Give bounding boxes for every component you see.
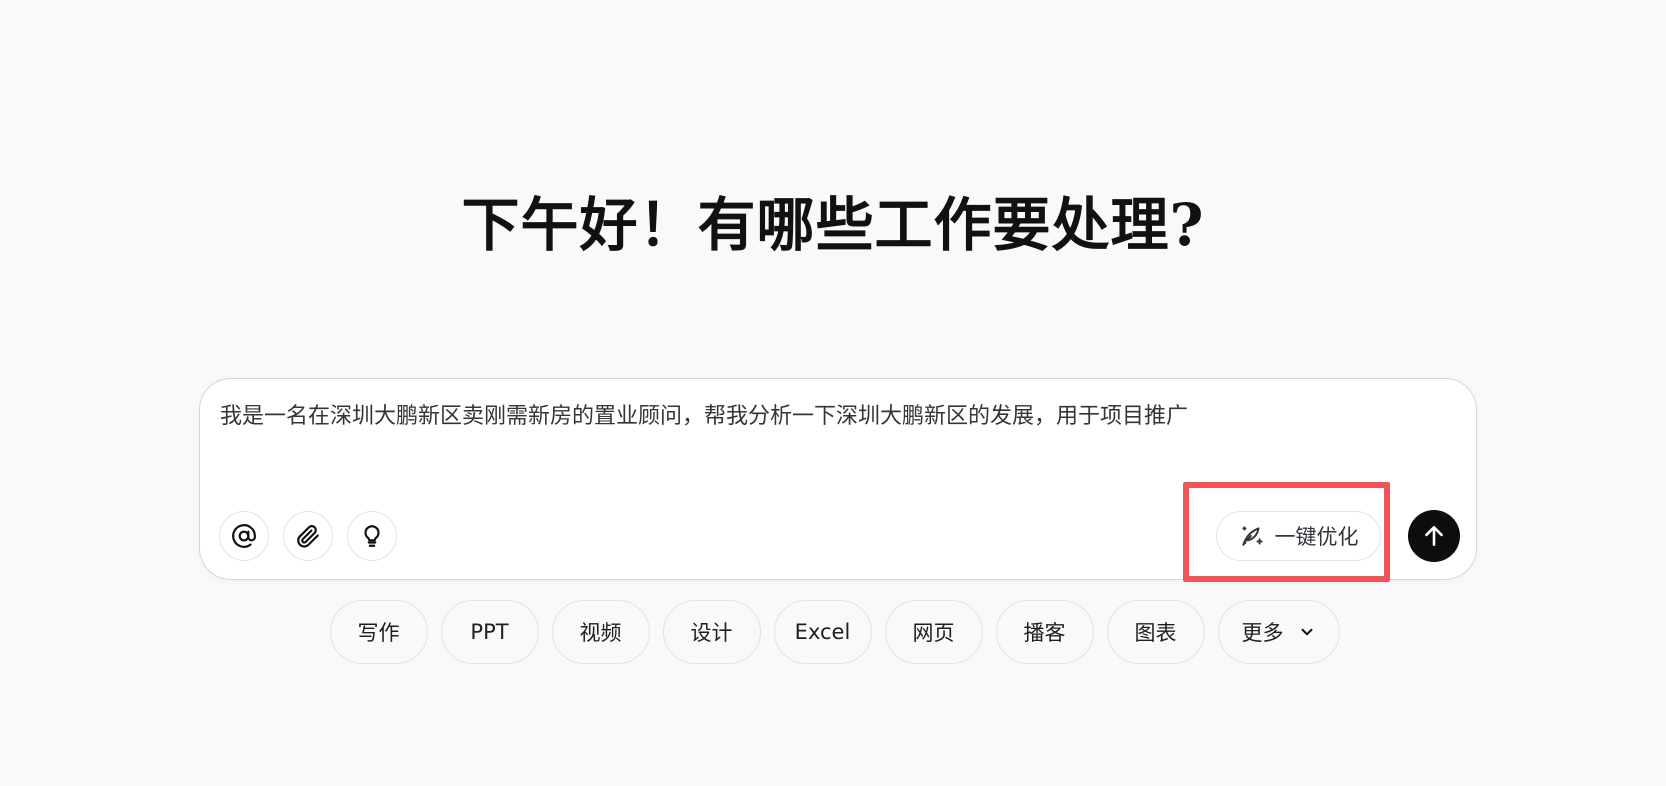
at-icon [232, 524, 256, 548]
chip-ppt[interactable]: PPT [440, 600, 539, 664]
chip-design[interactable]: 设计 [662, 600, 761, 664]
quill-sparkle-icon [1241, 526, 1263, 546]
attach-button[interactable] [283, 511, 333, 561]
prompt-input[interactable]: 我是一名在深圳大鹏新区卖刚需新房的置业顾问，帮我分析一下深圳大鹏新区的发展，用于… [220, 401, 1450, 433]
quick-action-chips: 写作 PPT 视频 设计 Excel 网页 播客 图表 更多 [0, 600, 1666, 664]
chevron-down-icon [1301, 628, 1312, 636]
chip-excel[interactable]: Excel [773, 600, 872, 664]
chip-chart[interactable]: 图表 [1106, 600, 1205, 664]
send-button[interactable] [1408, 510, 1460, 562]
optimize-label: 一键优化 [1274, 525, 1359, 549]
chip-writing[interactable]: 写作 [329, 600, 428, 664]
optimize-button[interactable]: 一键优化 [1216, 511, 1381, 561]
chip-podcast[interactable]: 播客 [995, 600, 1094, 664]
paperclip-icon [297, 525, 319, 548]
greeting-title: 下午好！有哪些工作要处理? [461, 191, 1205, 259]
mention-button[interactable] [219, 511, 269, 561]
arrow-up-icon [1425, 526, 1443, 546]
lightbulb-icon [364, 525, 380, 547]
chip-more-label: 更多 [1241, 621, 1284, 645]
home-page: 下午好！有哪些工作要处理? 我是一名在深圳大鹏新区卖刚需新房的置业顾问，帮我分析… [0, 0, 1666, 786]
prompt-composer: 我是一名在深圳大鹏新区卖刚需新房的置业顾问，帮我分析一下深圳大鹏新区的发展，用于… [199, 378, 1477, 582]
chip-video[interactable]: 视频 [551, 600, 650, 664]
chip-more[interactable]: 更多 [1217, 600, 1340, 664]
inspire-button[interactable] [347, 511, 397, 561]
chip-webpage[interactable]: 网页 [884, 600, 983, 664]
